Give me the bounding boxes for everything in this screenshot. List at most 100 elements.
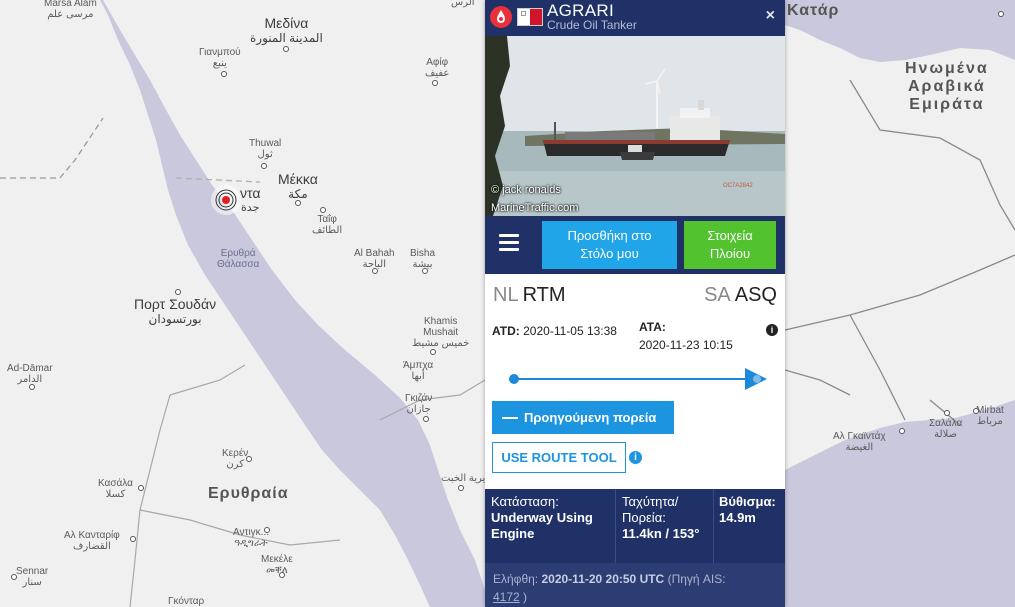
arrival-port[interactable]: SA ASQ (704, 284, 777, 307)
map-label-qatar: Κατάρ (787, 2, 840, 19)
departure-country: NL (493, 284, 519, 306)
arrival-port-code: ASQ (734, 284, 777, 306)
map-label-eritrea: Ερυθραία (208, 485, 289, 502)
add-to-fleet-label-2: Στόλο μου (580, 246, 639, 261)
map-city-dot-keren (246, 456, 252, 462)
previous-track-label: Προηγούμενη πορεία (524, 410, 657, 425)
speed-column: Ταχύτητα/ Πορεία: 11.4kn / 153° (622, 494, 712, 542)
ata-value: 2020-11-23 10:15 (639, 338, 733, 352)
map-label-ar-rass: الرس (451, 0, 475, 8)
received-footer: Ελήφθη: 2020-11-20 20:50 UTC (Πηγή AIS: … (485, 563, 785, 607)
map-label-salalah: Σαλάλα صلالة (929, 418, 963, 440)
map-city-dot-jizan (423, 416, 429, 422)
ais-source-link[interactable]: 4172 (493, 590, 520, 604)
map-city-dot-kassala (138, 485, 144, 491)
atd: ATD: 2020-11-05 13:38 (492, 324, 617, 338)
map-label-medina: Μεδίνα المدينة المنورة (250, 15, 323, 46)
map-label-al-qadarif: Αλ Κανταρίφ القضارف (64, 530, 120, 552)
map-label-al-bahah: Al Bahah الباحة (354, 248, 395, 270)
map-label-keren: Κερέν كرن (222, 448, 249, 470)
map-city-dot-thuwal (261, 163, 267, 169)
map-label-red-sea: Ερυθρά Θάλασσα (217, 248, 260, 270)
status-column: Κατάσταση: Underway Using Engine (491, 494, 615, 542)
received-label: Ελήφθη: (493, 572, 539, 586)
vessel-info-panel: AGRARI Crude Oil Tanker × © jack ronalds… (485, 0, 785, 607)
vessel-details-button[interactable]: Στοιχεία Πλοίου (684, 221, 776, 269)
vessel-details-label-1: Στοιχεία (707, 228, 753, 243)
divider (713, 489, 714, 563)
map-label-gondar: Γκόνταρ (168, 596, 205, 607)
photo-credit: © jack ronalds (491, 184, 561, 196)
map-city-dot-al-khabt (458, 485, 464, 491)
voyage-ports: NL RTM SA ASQ (485, 274, 785, 318)
map-city-dot-ad-damar (29, 384, 35, 390)
map-city-dot-qatar (998, 11, 1004, 17)
map-city-dot-sennar (11, 574, 17, 580)
map-label-mirbat: Mirbat مرباط (976, 405, 1004, 427)
map-label-mekele: Μεκέλε መቐለ (261, 554, 293, 576)
map-city-dot-al-bahah (372, 268, 378, 274)
vessel-status-bar: Κατάσταση: Underway Using Engine Ταχύτητ… (485, 489, 785, 563)
voyage-progress-bar (485, 364, 785, 394)
map-label-sennar: Sennar سنار (16, 566, 49, 588)
divider (615, 489, 616, 563)
map-city-dot-mekele (279, 572, 285, 578)
map-city-dot-khamis (430, 349, 436, 355)
draught-column: Βύθισμα: 14.9m (719, 494, 785, 526)
route-info-icon[interactable]: i (629, 451, 642, 464)
malta-flag-icon (517, 8, 543, 26)
map-city-dot-medina (283, 46, 289, 52)
progress-current-dot (753, 375, 761, 383)
photo-source: MarineTraffic.com (491, 202, 579, 214)
map-label-bisha: Bisha بيشة (410, 248, 436, 270)
close-button[interactable]: × (766, 7, 775, 25)
map-label-taif: Ταΐφ الطائف (312, 214, 343, 236)
source-close: ) (523, 590, 528, 604)
info-icon[interactable]: i (766, 324, 778, 336)
map-label-kassala: Κασάλα كسلا (98, 478, 133, 500)
status-label: Κατάσταση: (491, 494, 559, 509)
map-city-dot-adigrat (264, 527, 270, 533)
route-tool-button[interactable]: USE ROUTE TOOL (492, 442, 626, 473)
map-label-jizan: Γκιζάν جازان (405, 393, 433, 415)
map-label-jeddah: ντα جدة (240, 185, 261, 215)
map-city-dot-port-sudan (175, 289, 181, 295)
map-city-dot-al-qadarif (130, 536, 136, 542)
arrival-country: SA (704, 284, 731, 306)
add-to-fleet-button[interactable]: Προσθήκη στο Στόλο μου (542, 221, 677, 269)
atd-value: 2020-11-05 13:38 (523, 324, 617, 338)
previous-track-button[interactable]: Προηγούμενη πορεία (492, 401, 674, 434)
menu-icon[interactable] (499, 234, 519, 252)
map-city-dot-yanbu (221, 71, 227, 77)
map-label-khamis-mushait: Khamis Mushait خميس مشيط (412, 316, 470, 349)
draught-value: 14.9m (719, 510, 756, 525)
map-label-uae: Ηνωμένα Αραβικά Εμιράτα (905, 60, 989, 113)
map-label-mecca: Μέκκα مكة (278, 171, 318, 202)
speed-value: 11.4kn / 153° (622, 526, 700, 541)
map-city-dot-al-ghaydah (899, 428, 905, 434)
ata-label: ATA: (639, 320, 666, 334)
source-label: (Πηγή AIS: (667, 572, 726, 586)
progress-line (514, 378, 749, 380)
speed-label: Ταχύτητα/ Πορεία: (622, 494, 679, 525)
photo-id: OC7A2842 (723, 183, 753, 189)
map-label-abha: Άμπχα أبها (403, 360, 434, 382)
received-value: 2020-11-20 20:50 UTC (541, 572, 665, 586)
map-label-port-sudan: Πορτ Σουδάν بورتسودان (134, 296, 217, 327)
map-city-dot-bisha (422, 268, 428, 274)
voyage-times: ATD: 2020-11-05 13:38 ATA: 2020-11-23 10… (485, 318, 785, 364)
map-label-afif: Αφίφ عفيف (425, 57, 450, 79)
vessel-photo[interactable]: © jack ronalds MarineTraffic.com OC7A284… (485, 36, 785, 216)
departure-port[interactable]: NL RTM (493, 284, 566, 307)
draught-label: Βύθισμα: (719, 494, 776, 509)
departure-port-code: RTM (522, 284, 566, 306)
add-to-fleet-label-1: Προσθήκη στο (567, 228, 652, 243)
vessel-header: AGRARI Crude Oil Tanker × (485, 0, 785, 36)
vessel-type: Crude Oil Tanker (547, 18, 637, 32)
map-label-al-ghaydah: Αλ Γκαϊντάχ الغيضة (833, 431, 886, 453)
map-city-dot-taif (320, 207, 326, 213)
vessel-details-label-2: Πλοίου (709, 246, 751, 261)
map-city-dot-mecca (295, 200, 301, 206)
tanker-drop-icon (490, 6, 512, 28)
status-value: Underway Using Engine (491, 510, 593, 541)
